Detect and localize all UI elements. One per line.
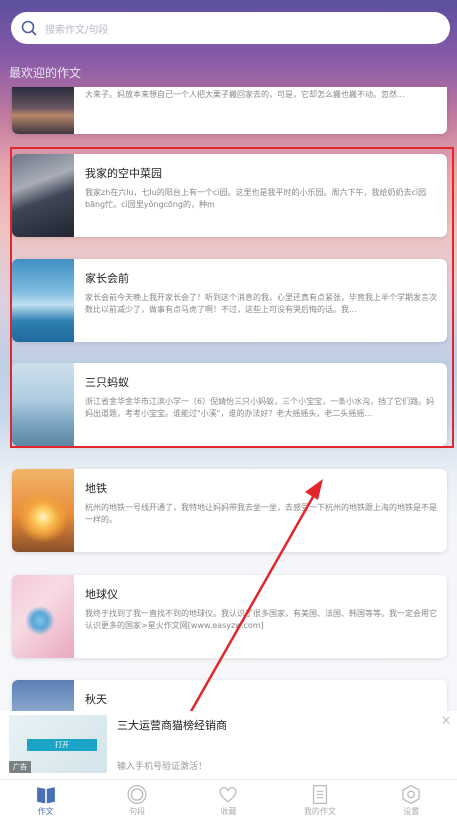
card-desc: 浙江省金华金华市江滨小学一（6）倪婧怡三只小蚂蚁，三个小宝宝，一条小水沟，挡了它… (85, 397, 435, 418)
book-icon (36, 787, 55, 804)
ad-subtitle: 输入手机号验证激活！ (117, 762, 208, 772)
section-title: 最欢迎的作文 (9, 66, 82, 80)
card-desc: 我家zh在六lu，七lu的阳台上有一个cì园。这里也是我平时的小乐园。周六下午，… (85, 188, 427, 209)
tab-my-essays[interactable]: 我的作文 (290, 780, 350, 817)
list-item[interactable]: 家长会前 家长会前今天晚上我开家长会了！听到这个消息的我，心里还真有点紧张，毕竟… (12, 259, 447, 342)
ad-tag: 广告 (9, 761, 31, 773)
list-item[interactable]: 三只蚂蚁 浙江省金华金华市江滨小学一（6）倪婧怡三只小蚂蚁，三个小宝宝，一条小水… (12, 363, 447, 446)
list-item[interactable]: 地球仪 我终于找到了我一直找不到的地球仪。我认识了很多国家，有美国、法国、韩国等… (12, 575, 447, 658)
card-desc: 大来子。妈放本来想自己一个人把大栗子搬回家去的，可是，它却怎么搬也搬不动。忽然.… (85, 90, 405, 99)
tab-essay[interactable]: 作文 (16, 780, 76, 817)
thumbnail-image (12, 87, 74, 134)
ad-open-button[interactable]: 打开 (27, 739, 97, 751)
heart-icon (219, 786, 237, 803)
thumbnail-image (12, 575, 74, 658)
ad-title: 三大运营商猫榜经销商 (117, 719, 227, 732)
thumbnail-image (12, 363, 74, 446)
circle-icon (127, 784, 147, 805)
list-item[interactable]: 大来子。妈放本来想自己一个人把大栗子搬回家去的，可是，它却怎么搬也搬不动。忽然.… (12, 87, 447, 134)
close-icon[interactable]: × (441, 713, 451, 727)
search-icon (21, 20, 37, 36)
ad-banner[interactable]: 打开 广告 三大运营商猫榜经销商 输入手机号验证激活！ × (0, 711, 457, 779)
tab-label: 我的作文 (303, 807, 336, 816)
search-bar[interactable]: 搜索作文/句段 (11, 12, 450, 44)
list-item[interactable]: 我家的空中菜园 我家zh在六lu，七lu的阳台上有一个cì园。这里也是我平时的小… (12, 154, 447, 237)
document-icon (312, 784, 327, 805)
hexagon-icon (402, 784, 420, 805)
tab-label: 设置 (403, 807, 420, 816)
search-input[interactable]: 搜索作文/句段 (45, 21, 108, 36)
thumbnail-image (12, 259, 74, 342)
card-desc: 杭州的地铁一号线开通了，我特地让妈妈带我去坐一坐，去感受一下杭州的地铁跟上海的地… (85, 503, 437, 524)
tab-settings[interactable]: 设置 (381, 780, 441, 817)
tab-favorites[interactable]: 收藏 (198, 780, 258, 817)
card-desc: 我终于找到了我一直找不到的地球仪。我认识了很多国家，有美国、法国、韩国等等。我一… (85, 609, 437, 630)
thumbnail-image (12, 469, 74, 552)
card-title: 我家的空中菜园 (85, 167, 162, 180)
tab-label: 作文 (37, 807, 54, 816)
bottom-tab-bar: 作文 句段 收藏 我的作文 设置 (0, 779, 457, 817)
card-title: 地铁 (85, 482, 107, 495)
card-title: 三只蚂蚁 (85, 376, 129, 389)
thumbnail-image (12, 154, 74, 237)
tab-label: 收藏 (220, 807, 237, 816)
tab-sentences[interactable]: 句段 (107, 780, 167, 817)
ad-image[interactable]: 打开 广告 (9, 715, 107, 773)
tab-label: 句段 (129, 807, 146, 816)
card-title: 秋天 (85, 693, 107, 706)
card-desc: 家长会前今天晚上我开家长会了！听到这个消息的我，心里还真有点紧张，毕竟我上半个学… (85, 293, 437, 314)
card-title: 家长会前 (85, 272, 129, 285)
list-item[interactable]: 地铁 杭州的地铁一号线开通了，我特地让妈妈带我去坐一坐，去感受一下杭州的地铁跟上… (12, 469, 447, 552)
card-title: 地球仪 (85, 588, 118, 601)
